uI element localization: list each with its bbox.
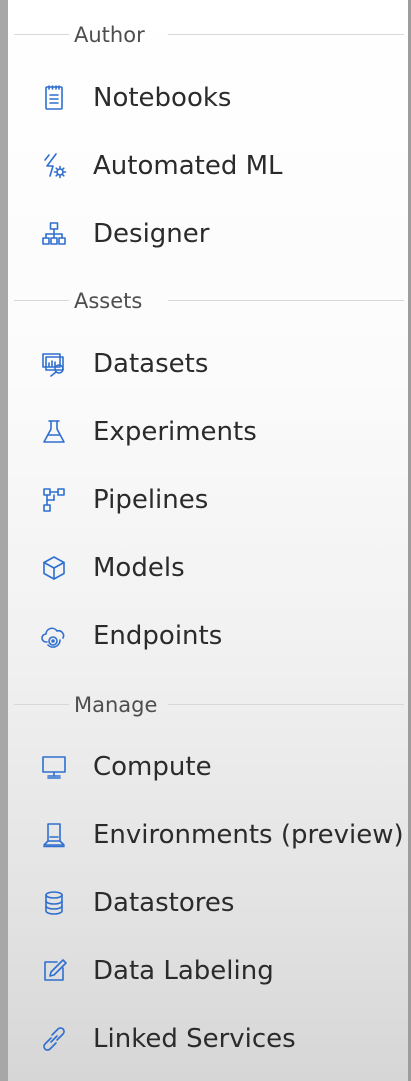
section-header-manage: Manage — [8, 692, 408, 718]
link-icon — [39, 1024, 69, 1054]
environment-icon — [39, 820, 69, 850]
section-label-author: Author — [74, 23, 145, 47]
nav-item-label: Datasets — [93, 349, 209, 379]
notebook-icon — [39, 83, 69, 113]
nav-item-notebooks[interactable]: Notebooks — [8, 70, 408, 126]
nav-item-environments[interactable]: Environments (preview) — [8, 807, 408, 863]
nav-item-data-labeling[interactable]: Data Labeling — [8, 943, 408, 999]
divider — [168, 704, 404, 705]
navigation-sidebar: Author Notebooks Automated ML Designer A… — [0, 0, 411, 1081]
nav-item-pipelines[interactable]: Pipelines — [8, 472, 408, 528]
nav-item-label: Automated ML — [93, 151, 283, 181]
divider — [14, 704, 69, 705]
section-label-assets: Assets — [74, 289, 143, 313]
cloud-endpoint-icon — [39, 621, 69, 651]
cube-icon — [39, 553, 69, 583]
divider — [14, 300, 69, 301]
nav-item-label: Experiments — [93, 417, 257, 447]
monitor-icon — [39, 752, 69, 782]
nav-item-label: Compute — [93, 752, 212, 782]
database-icon — [39, 888, 69, 918]
designer-icon — [39, 219, 69, 249]
nav-item-experiments[interactable]: Experiments — [8, 404, 408, 460]
divider — [168, 34, 404, 35]
divider — [14, 34, 69, 35]
divider — [168, 300, 404, 301]
nav-item-label: Environments (preview) — [93, 820, 404, 850]
nav-item-compute[interactable]: Compute — [8, 739, 408, 795]
section-header-assets: Assets — [8, 288, 408, 314]
section-header-author: Author — [8, 22, 408, 48]
nav-item-label: Models — [93, 553, 185, 583]
nav-item-endpoints[interactable]: Endpoints — [8, 608, 408, 664]
section-label-manage: Manage — [74, 693, 158, 717]
nav-item-designer[interactable]: Designer — [8, 206, 408, 262]
nav-item-linked-services[interactable]: Linked Services — [8, 1011, 408, 1067]
nav-item-models[interactable]: Models — [8, 540, 408, 596]
nav-item-label: Data Labeling — [93, 956, 274, 986]
nav-item-label: Designer — [93, 219, 210, 249]
nav-item-label: Endpoints — [93, 621, 223, 651]
nav-item-label: Notebooks — [93, 83, 232, 113]
datasets-icon — [39, 349, 69, 379]
nav-item-automated-ml[interactable]: Automated ML — [8, 138, 408, 194]
pipelines-icon — [39, 485, 69, 515]
flask-icon — [39, 417, 69, 447]
nav-item-label: Datastores — [93, 888, 235, 918]
nav-item-datastores[interactable]: Datastores — [8, 875, 408, 931]
edit-icon — [39, 956, 69, 986]
automated-ml-icon — [39, 151, 69, 181]
nav-item-datasets[interactable]: Datasets — [8, 336, 408, 392]
nav-item-label: Pipelines — [93, 485, 209, 515]
nav-item-label: Linked Services — [93, 1024, 296, 1054]
